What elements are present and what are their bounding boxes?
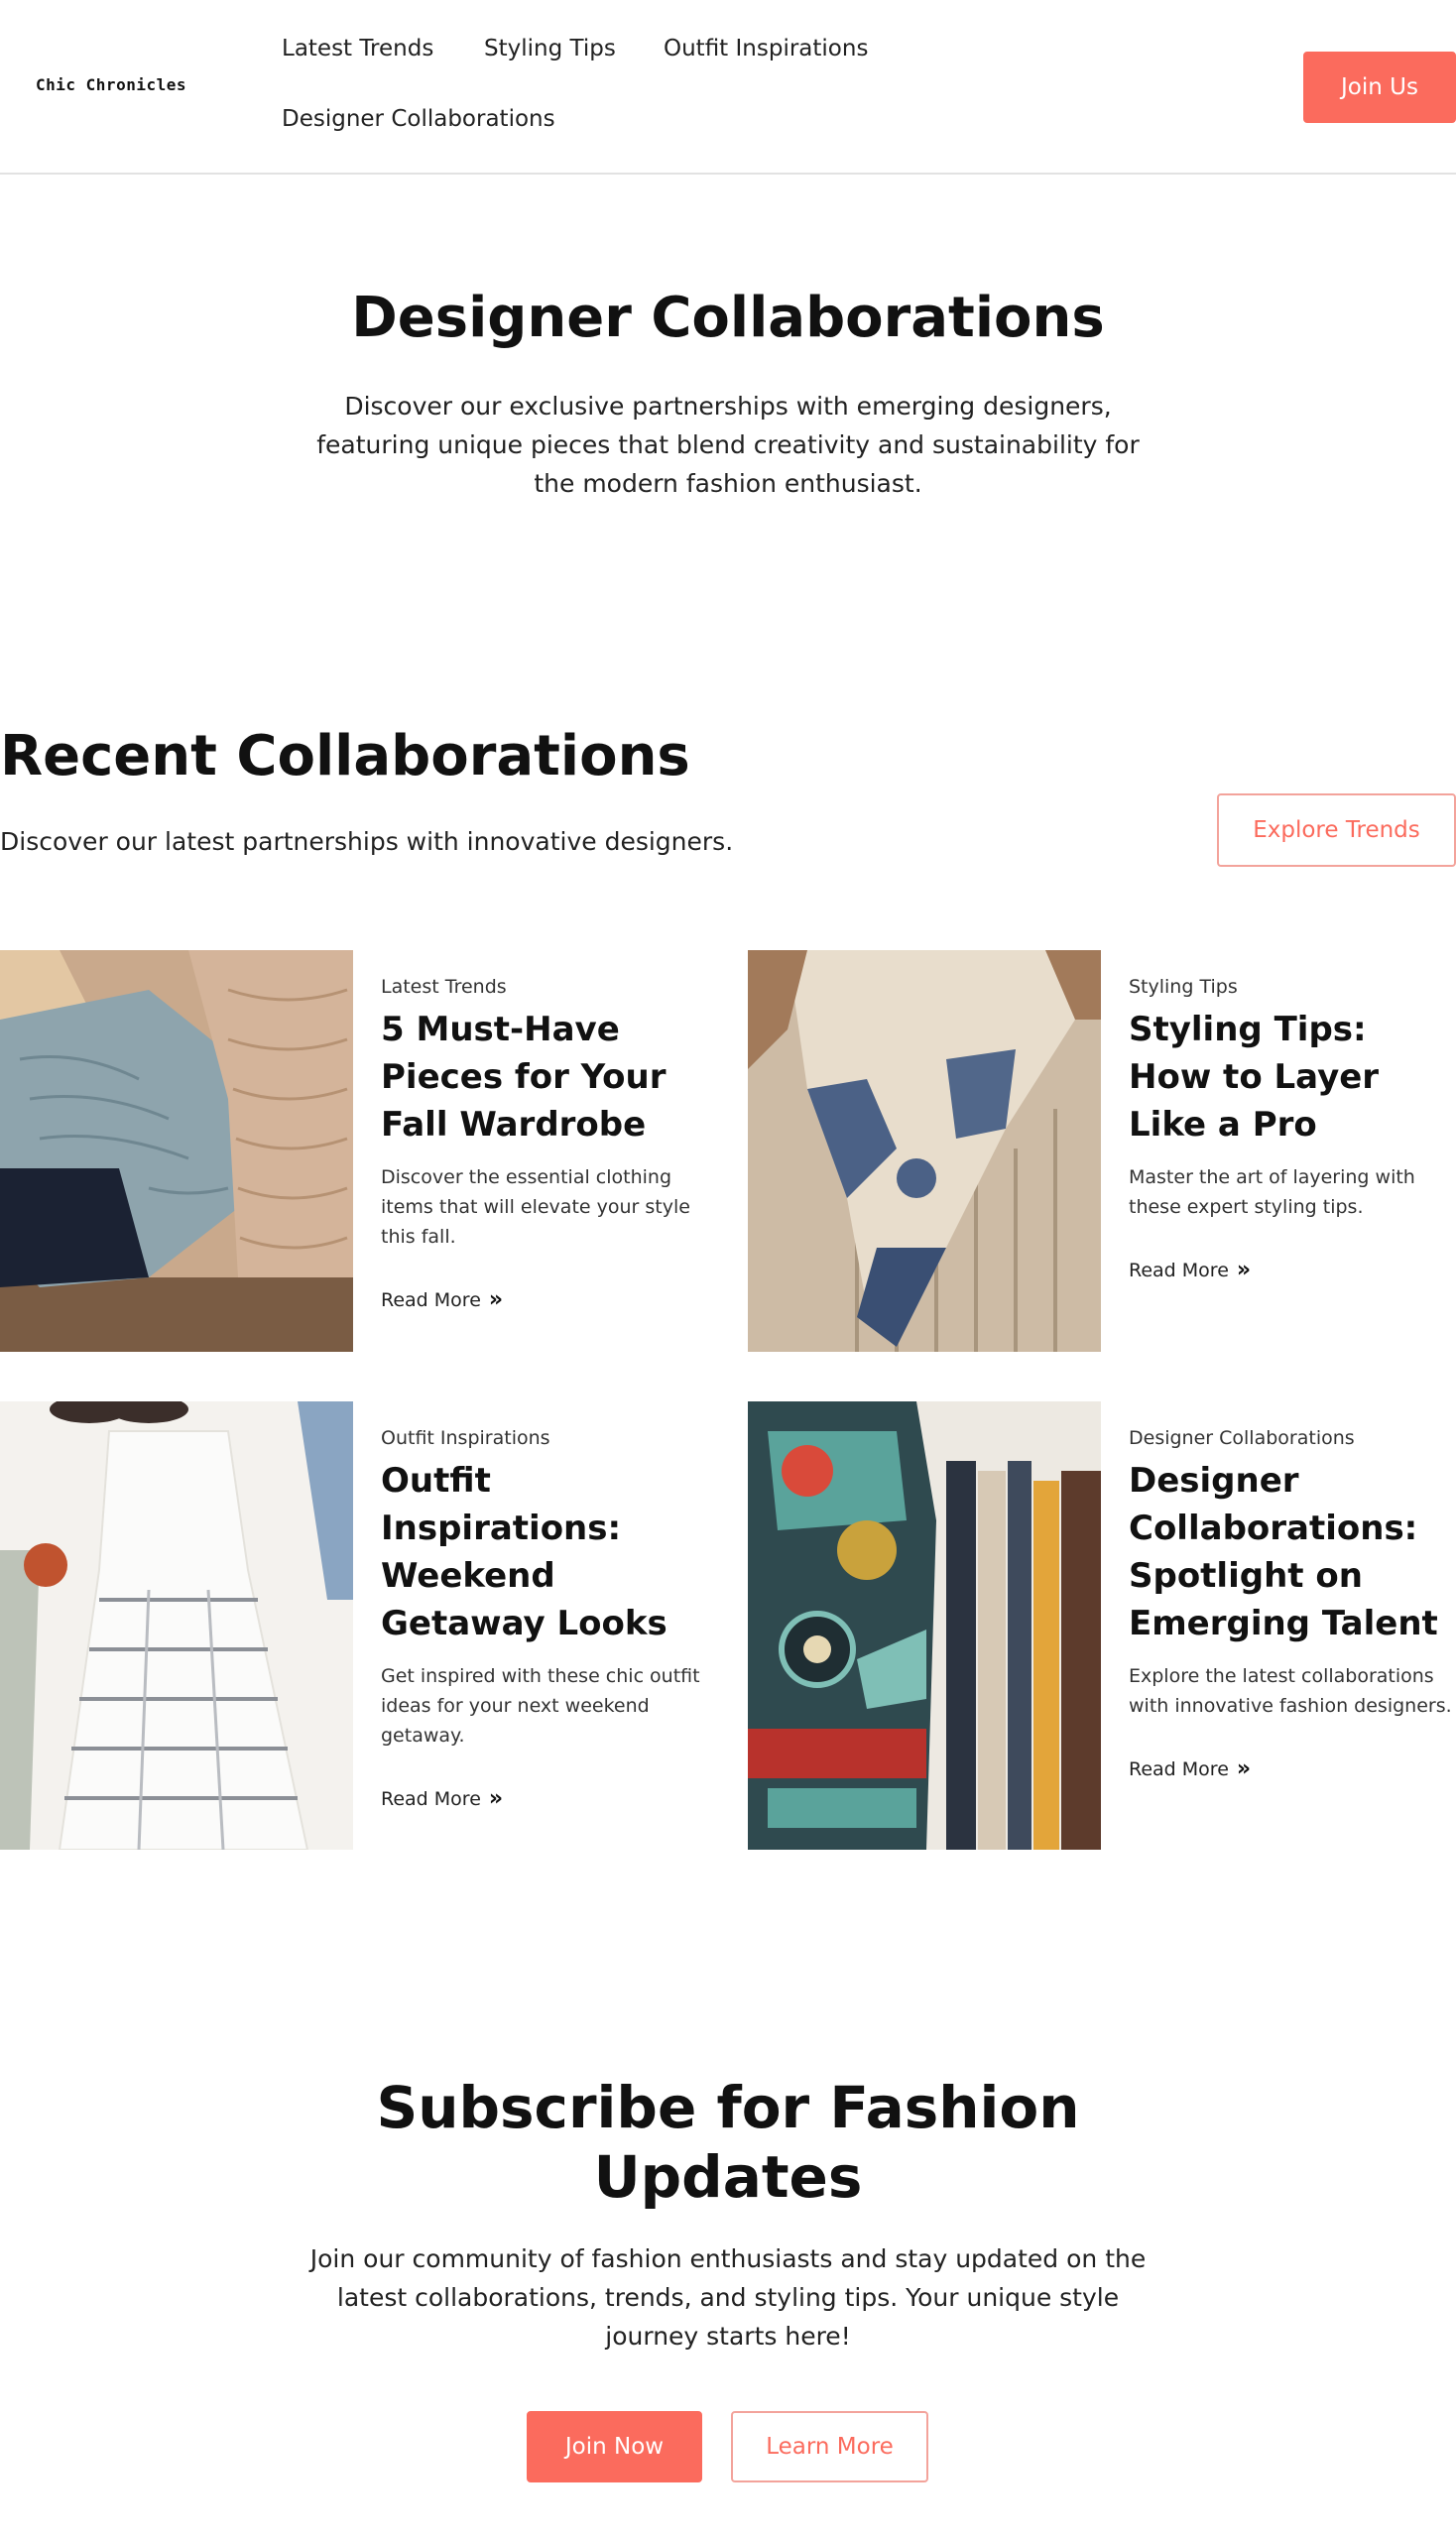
section-title: Recent Collaborations bbox=[0, 724, 690, 788]
double-chevron-right-icon: » bbox=[1236, 1258, 1252, 1282]
knit-sweaters-image[interactable] bbox=[0, 950, 353, 1352]
card-category[interactable]: Designer Collaborations bbox=[1129, 1427, 1456, 1449]
card-body: Outfit Inspirations Outfit Inspirations:… bbox=[381, 1427, 708, 1811]
page: Chic Chronicles Latest Trends Styling Ti… bbox=[0, 0, 1456, 2539]
card-description: Get inspired with these chic outfit idea… bbox=[381, 1665, 700, 1747]
read-more-link[interactable]: Read More » bbox=[381, 1287, 503, 1312]
section-subtitle: Discover our latest partnerships with in… bbox=[0, 827, 734, 856]
read-more-link[interactable]: Read More » bbox=[1129, 1258, 1251, 1282]
read-more-label: Read More bbox=[381, 1787, 481, 1810]
nav-item-outfit-inspirations[interactable]: Outfit Inspirations bbox=[664, 36, 868, 61]
site-logo[interactable]: Chic Chronicles bbox=[36, 75, 186, 94]
article-card[interactable]: Latest Trends 5 Must-Have Pieces for You… bbox=[0, 950, 708, 1352]
subscribe-title: Subscribe for Fashion Updates bbox=[376, 2074, 1080, 2211]
double-chevron-right-icon: » bbox=[488, 1786, 504, 1811]
site-header: Chic Chronicles Latest Trends Styling Ti… bbox=[0, 0, 1456, 175]
double-chevron-right-icon: » bbox=[1236, 1756, 1252, 1781]
striped-dress-image[interactable] bbox=[0, 1401, 353, 1850]
card-title[interactable]: Outfit Inspirations: Weekend Getaway Loo… bbox=[381, 1457, 708, 1647]
card-title[interactable]: 5 Must-Have Pieces for Your Fall Wardrob… bbox=[381, 1006, 708, 1149]
hero-subtitle: Discover our exclusive partnerships with… bbox=[316, 392, 1140, 498]
read-more-link[interactable]: Read More » bbox=[381, 1786, 503, 1811]
card-description: Master the art of layering with these ex… bbox=[1129, 1166, 1415, 1218]
card-title[interactable]: Styling Tips: How to Layer Like a Pro bbox=[1129, 1006, 1456, 1149]
learn-more-button[interactable]: Learn More bbox=[731, 2411, 928, 2482]
patterned-dress-image[interactable] bbox=[748, 1401, 1101, 1850]
subscribe-text: Join our community of fashion enthusiast… bbox=[309, 2244, 1147, 2351]
card-body: Styling Tips Styling Tips: How to Layer … bbox=[1129, 976, 1456, 1282]
card-title[interactable]: Designer Collaborations: Spotlight on Em… bbox=[1129, 1457, 1456, 1647]
scarf-sweater-image[interactable] bbox=[748, 950, 1101, 1352]
card-description: Explore the latest collaborations with i… bbox=[1129, 1665, 1452, 1717]
read-more-link[interactable]: Read More » bbox=[1129, 1756, 1251, 1781]
article-card[interactable]: Outfit Inspirations Outfit Inspirations:… bbox=[0, 1401, 708, 1850]
explore-trends-button[interactable]: Explore Trends bbox=[1217, 793, 1456, 867]
read-more-label: Read More bbox=[1129, 1757, 1229, 1780]
card-category[interactable]: Outfit Inspirations bbox=[381, 1427, 708, 1449]
card-description: Discover the essential clothing items th… bbox=[381, 1166, 690, 1248]
page-title: Designer Collaborations bbox=[351, 286, 1105, 350]
double-chevron-right-icon: » bbox=[488, 1287, 504, 1312]
card-body: Designer Collaborations Designer Collabo… bbox=[1129, 1427, 1456, 1781]
nav-item-designer-collaborations[interactable]: Designer Collaborations bbox=[282, 106, 555, 132]
read-more-label: Read More bbox=[1129, 1259, 1229, 1281]
nav-item-latest-trends[interactable]: Latest Trends bbox=[282, 36, 433, 61]
join-us-button[interactable]: Join Us bbox=[1303, 52, 1456, 123]
card-category[interactable]: Latest Trends bbox=[381, 976, 708, 998]
article-card[interactable]: Designer Collaborations Designer Collabo… bbox=[748, 1401, 1456, 1850]
read-more-label: Read More bbox=[381, 1288, 481, 1311]
article-card[interactable]: Styling Tips Styling Tips: How to Layer … bbox=[748, 950, 1456, 1352]
card-category[interactable]: Styling Tips bbox=[1129, 976, 1456, 998]
nav-item-styling-tips[interactable]: Styling Tips bbox=[484, 36, 616, 61]
join-now-button[interactable]: Join Now bbox=[527, 2411, 702, 2482]
card-body: Latest Trends 5 Must-Have Pieces for You… bbox=[381, 976, 708, 1312]
